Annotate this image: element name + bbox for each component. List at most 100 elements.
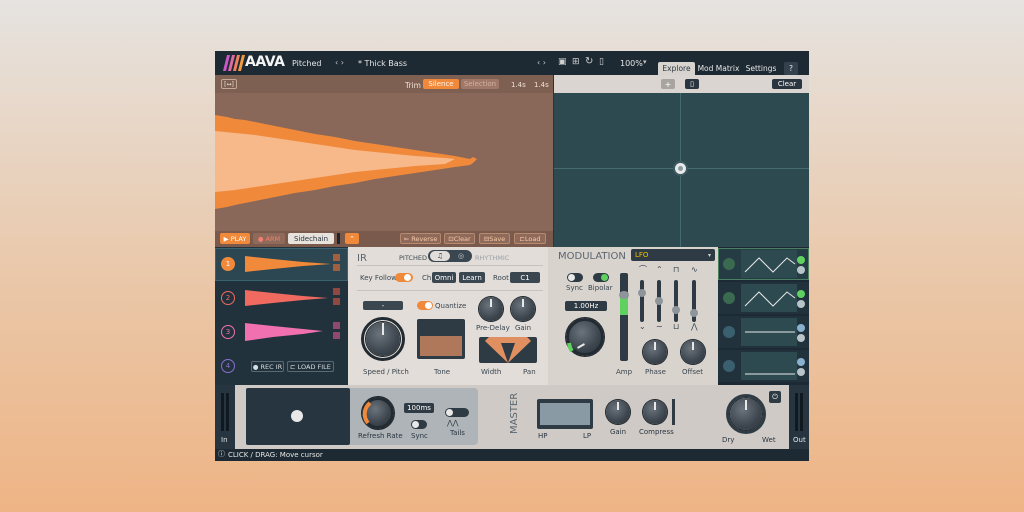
add-icon[interactable]: ⊞ bbox=[572, 58, 580, 67]
tails-label: Tails bbox=[450, 429, 465, 437]
blend-slider-3[interactable] bbox=[674, 280, 678, 322]
blend-slider-thumb-1[interactable] bbox=[638, 288, 646, 297]
lfo-slot-1-toggle-a[interactable] bbox=[797, 256, 805, 264]
output-meter-left bbox=[795, 393, 798, 431]
rec-ir-button[interactable]: ● REC IR bbox=[251, 361, 284, 372]
slot-4-number[interactable]: 4 bbox=[221, 359, 235, 373]
mod-source-label: LFO bbox=[635, 251, 649, 259]
silence-button[interactable]: Silence bbox=[423, 79, 459, 89]
zoom-chevron-icon[interactable]: ▾ bbox=[643, 59, 647, 66]
lfo-slot-2-toggle-b[interactable] bbox=[797, 300, 805, 308]
root-value[interactable]: C1 bbox=[510, 272, 540, 283]
slot-2-down-icon[interactable] bbox=[333, 298, 340, 305]
wave-square-icon[interactable]: ⊓ bbox=[673, 266, 679, 274]
clear-sample-button[interactable]: ⊡ Clear bbox=[444, 233, 475, 244]
power-icon: ⏻ bbox=[772, 392, 778, 401]
xy-panel[interactable] bbox=[554, 75, 809, 247]
zoom-selector[interactable]: 100% bbox=[620, 60, 643, 68]
lfo-slot-1-icon[interactable] bbox=[723, 258, 735, 270]
mod-sync-label: Sync bbox=[566, 284, 583, 292]
pitched-label[interactable]: PITCHED bbox=[399, 255, 427, 262]
save-icon[interactable]: ▣ bbox=[558, 58, 567, 67]
lfo-slot-4-toggle-b[interactable] bbox=[797, 368, 805, 376]
refresh-value[interactable]: 100ms bbox=[404, 403, 434, 413]
delete-icon[interactable]: ▯ bbox=[599, 58, 604, 67]
tone-filter-band bbox=[420, 336, 462, 356]
mod-source-selector[interactable]: LFO ▾ bbox=[631, 249, 715, 261]
lfo-slot-2-toggle-a[interactable] bbox=[797, 290, 805, 298]
lfo-slot-2-icon[interactable] bbox=[723, 292, 735, 304]
sample-toolbar bbox=[215, 75, 553, 93]
slot-3-number[interactable]: 3 bbox=[221, 325, 235, 339]
save-sample-button[interactable]: ⊟ Save bbox=[479, 233, 510, 244]
amp-slider-thumb[interactable] bbox=[619, 291, 629, 299]
width-pan-display[interactable] bbox=[479, 337, 537, 363]
play-icon: ▶ bbox=[223, 234, 231, 243]
tab-help[interactable]: ? bbox=[784, 62, 798, 75]
xy-clear-button[interactable]: Clear bbox=[772, 79, 802, 89]
ir-divider bbox=[357, 265, 543, 266]
preset-prev-next-icon[interactable]: ‹ › bbox=[537, 59, 546, 67]
fit-button[interactable]: [↔] bbox=[221, 79, 237, 89]
blend-slider-1[interactable] bbox=[640, 280, 644, 322]
learn-button[interactable]: Learn bbox=[459, 272, 485, 283]
lfo-slot-3-toggle-a[interactable] bbox=[797, 324, 805, 332]
collapse-button[interactable]: ⌃ bbox=[345, 233, 359, 244]
wave-pulse-icon: ⊔ bbox=[673, 322, 680, 331]
xy-add-button[interactable]: + bbox=[661, 79, 675, 89]
xy-delete-button[interactable]: ▯ bbox=[685, 79, 699, 89]
save-label: Save bbox=[489, 234, 506, 243]
mode-selector[interactable]: Pitched bbox=[292, 60, 321, 68]
play-button[interactable]: ▶ PLAY bbox=[220, 233, 250, 244]
slot-3-down-icon[interactable] bbox=[333, 332, 340, 339]
phase-pointer bbox=[654, 342, 656, 350]
blend-slider-thumb-3[interactable] bbox=[672, 305, 680, 314]
tab-settings[interactable]: Settings bbox=[743, 62, 779, 75]
blend-slider-thumb-2[interactable] bbox=[655, 297, 663, 305]
arm-button[interactable]: ● ARM bbox=[253, 233, 285, 244]
lfo-slot-4-icon[interactable] bbox=[723, 360, 735, 372]
blend-slider-thumb-4[interactable] bbox=[690, 308, 698, 317]
cursor-pad-dot[interactable] bbox=[291, 410, 303, 422]
reverse-button[interactable]: ⇐ Reverse bbox=[400, 233, 441, 244]
slot-3-up-icon[interactable] bbox=[333, 322, 340, 329]
output-label: Out bbox=[793, 436, 806, 444]
rhythmic-label[interactable]: RHYTHMIC bbox=[475, 255, 509, 262]
slot-2-up-icon[interactable] bbox=[333, 288, 340, 295]
slot-2-number[interactable]: 2 bbox=[221, 291, 235, 305]
load-sample-button[interactable]: ⊏ Load bbox=[514, 233, 546, 244]
master-gain-label: Gain bbox=[610, 428, 627, 436]
pitched-note-icon[interactable]: ♫ bbox=[430, 251, 450, 261]
slot-1-down-icon[interactable] bbox=[333, 264, 340, 271]
dry-wet-pointer bbox=[745, 400, 747, 410]
lfo-slot-4-preview bbox=[741, 352, 797, 380]
slot-1-up-icon[interactable] bbox=[333, 254, 340, 261]
sidechain-button[interactable]: Sidechain bbox=[288, 233, 334, 244]
master-gain-pointer bbox=[617, 402, 619, 410]
lfo-slot-3-toggle-b[interactable] bbox=[797, 334, 805, 342]
reload-icon[interactable]: ↻ bbox=[585, 57, 593, 67]
waveform-display[interactable] bbox=[215, 93, 553, 231]
selection-button[interactable]: Selection bbox=[461, 79, 499, 89]
folder-icon: ⊏ bbox=[290, 362, 298, 371]
wave-triangle-icon[interactable]: ⌃ bbox=[656, 266, 663, 274]
tab-mod-matrix[interactable]: Mod Matrix bbox=[697, 62, 740, 75]
mode-prev-next-icon[interactable]: ‹ › bbox=[335, 59, 344, 67]
load-file-button[interactable]: ⊏ LOAD FILE bbox=[287, 361, 334, 372]
wave-sine-icon[interactable]: ⌒ bbox=[639, 266, 647, 274]
clear-label: Clear bbox=[453, 234, 471, 243]
lfo-rate-value[interactable]: 1.00Hz bbox=[565, 301, 607, 311]
lfo-slot-3-icon[interactable] bbox=[723, 326, 735, 338]
amp-slider[interactable] bbox=[620, 273, 628, 361]
ch-value[interactable]: Omni bbox=[432, 272, 456, 283]
lfo-slot-1-toggle-b[interactable] bbox=[797, 266, 805, 274]
master-power-button[interactable]: ⏻ bbox=[769, 391, 781, 403]
preset-name[interactable]: * Thick Bass bbox=[358, 60, 407, 68]
wave-random-icon[interactable]: ∿ bbox=[691, 266, 698, 274]
speed-pitch-pointer bbox=[382, 323, 384, 335]
rhythmic-drum-icon[interactable]: ◎ bbox=[451, 251, 471, 261]
lfo-slot-4-toggle-a[interactable] bbox=[797, 358, 805, 366]
tab-explore[interactable]: Explore bbox=[658, 62, 695, 75]
slot-1-number[interactable]: 1 bbox=[221, 257, 235, 271]
pitch-value-field[interactable]: - bbox=[363, 301, 403, 310]
